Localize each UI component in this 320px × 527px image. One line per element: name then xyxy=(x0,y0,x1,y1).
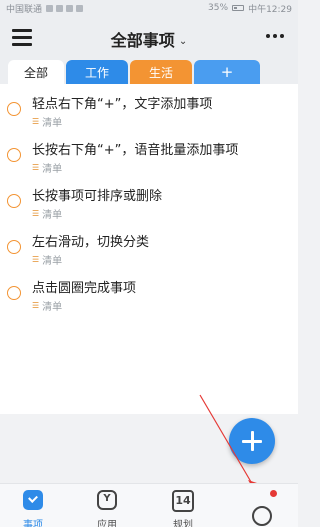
nav-label: 事项 xyxy=(23,520,43,527)
task-item[interactable]: 左右滑动，切换分类 ☰ 清单 xyxy=(0,226,298,272)
task-item[interactable]: 点击圆圈完成事项 ☰ 清单 xyxy=(0,272,298,318)
task-meta: ☰ 清单 xyxy=(32,206,62,221)
profile-icon xyxy=(252,506,272,526)
category-tabs: 全部 工作 生活 + xyxy=(0,58,298,84)
title-dropdown[interactable]: 全部事项 ⌄ xyxy=(0,27,298,51)
page-title: 全部事项 xyxy=(110,31,175,50)
tab-work[interactable]: 工作 xyxy=(66,60,128,84)
list-icon: ☰ xyxy=(32,117,40,126)
nav-plan[interactable]: 14 规划 xyxy=(153,488,213,527)
task-tag: 清单 xyxy=(42,164,63,175)
status-right: 35% 中午12:29 xyxy=(208,2,292,15)
complete-circle-button[interactable] xyxy=(7,148,21,162)
battery-percent: 35% xyxy=(208,3,229,13)
nav-apps[interactable]: 应用 xyxy=(77,488,137,527)
add-category-tab[interactable]: + xyxy=(194,60,260,84)
task-meta: ☰ 清单 xyxy=(32,252,62,267)
status-bar: 中国联通 35% 中午12:29 xyxy=(0,0,298,16)
task-tag: 清单 xyxy=(42,256,63,267)
system-icons xyxy=(46,4,84,12)
add-task-fab[interactable] xyxy=(229,418,275,464)
list-icon: ☰ xyxy=(32,255,40,264)
task-meta: ☰ 清单 xyxy=(32,160,62,175)
bottom-nav: 事项 应用 14 规划 xyxy=(0,483,298,527)
complete-circle-button[interactable] xyxy=(7,102,21,116)
app-header: 全部事项 ⌄ xyxy=(0,16,298,58)
tasks-check-icon xyxy=(23,490,43,510)
notification-icon xyxy=(66,4,74,12)
list-icon: ☰ xyxy=(32,301,40,310)
task-tag: 清单 xyxy=(42,302,63,313)
task-tag: 清单 xyxy=(42,118,63,129)
tab-life[interactable]: 生活 xyxy=(130,60,192,84)
carrier-label: 中国联通 xyxy=(6,4,43,15)
nav-label: 规划 xyxy=(173,520,193,527)
task-title: 左右滑动，切换分类 xyxy=(32,235,150,250)
task-item[interactable]: 轻点右下角“+”，文字添加事项 ☰ 清单 xyxy=(0,88,298,134)
task-tag: 清单 xyxy=(42,210,63,221)
chevron-down-icon: ⌄ xyxy=(178,36,188,47)
task-meta: ☰ 清单 xyxy=(32,114,62,129)
task-item[interactable]: 长按右下角“+”，语音批量添加事项 ☰ 清单 xyxy=(0,134,298,180)
complete-circle-button[interactable] xyxy=(7,240,21,254)
calendar-icon: 14 xyxy=(172,490,194,512)
list-icon: ☰ xyxy=(32,163,40,172)
apps-icon xyxy=(97,490,117,510)
task-title: 点击圆圈完成事项 xyxy=(32,281,137,296)
signal-icon xyxy=(46,4,54,12)
wifi-icon xyxy=(56,4,64,12)
tab-all[interactable]: 全部 xyxy=(8,60,64,84)
complete-circle-button[interactable] xyxy=(7,286,21,300)
task-meta: ☰ 清单 xyxy=(32,298,62,313)
task-item[interactable]: 长按事项可排序或删除 ☰ 清单 xyxy=(0,180,298,226)
nav-profile[interactable] xyxy=(232,488,292,526)
clock: 中午12:29 xyxy=(248,4,292,15)
task-list: 轻点右下角“+”，文字添加事项 ☰ 清单 长按右下角“+”，语音批量添加事项 ☰… xyxy=(0,84,298,414)
more-dots-icon[interactable] xyxy=(266,34,284,38)
complete-circle-button[interactable] xyxy=(7,194,21,208)
task-title: 长按右下角“+”，语音批量添加事项 xyxy=(32,143,239,158)
task-title: 轻点右下角“+”，文字添加事项 xyxy=(32,97,213,112)
list-icon: ☰ xyxy=(32,209,40,218)
task-title: 长按事项可排序或删除 xyxy=(32,189,163,204)
nav-label: 应用 xyxy=(97,520,117,527)
app-notification-icon xyxy=(76,4,84,12)
nav-tasks[interactable]: 事项 xyxy=(3,488,63,527)
notification-dot xyxy=(270,490,277,497)
battery-icon xyxy=(232,5,245,11)
